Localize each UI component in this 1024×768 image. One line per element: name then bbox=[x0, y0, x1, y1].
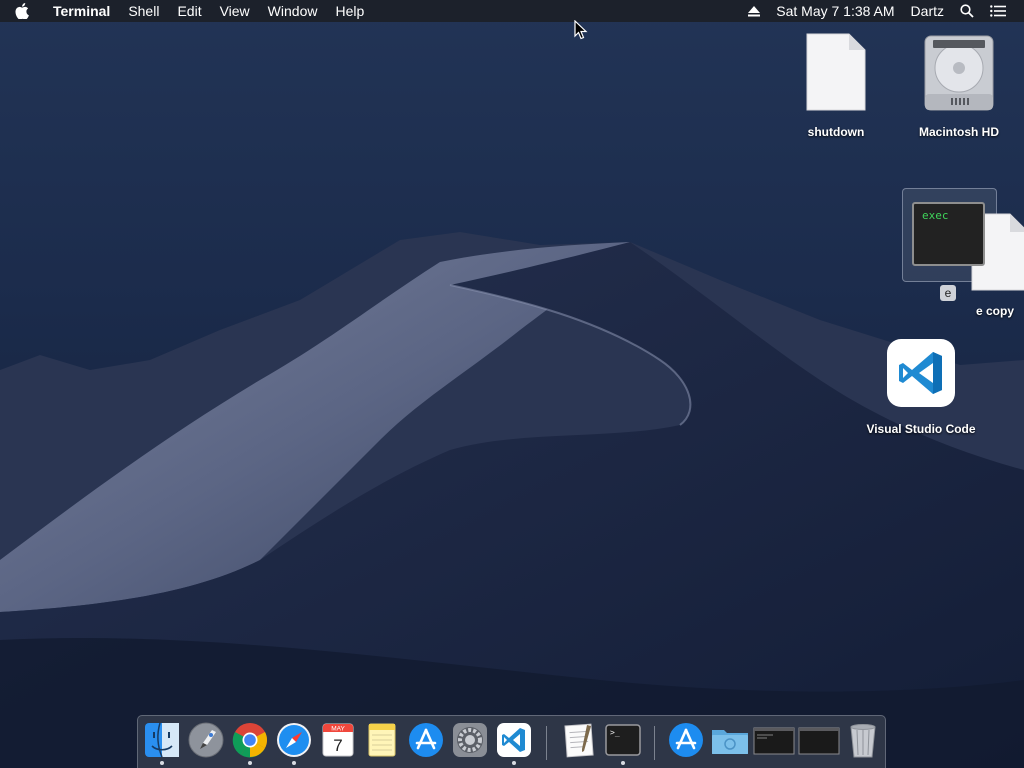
desktop-icon-label: shutdown bbox=[807, 125, 865, 139]
notes-icon bbox=[368, 723, 396, 757]
desktop-icon-label: Visual Studio Code bbox=[866, 422, 976, 436]
textedit-icon bbox=[564, 723, 594, 758]
safari-icon bbox=[277, 723, 311, 757]
dock-terminal[interactable]: >_ bbox=[604, 721, 642, 765]
trash-icon bbox=[850, 724, 876, 758]
running-indicator bbox=[160, 761, 164, 765]
vscode-icon bbox=[887, 339, 955, 407]
finder-icon bbox=[145, 722, 179, 758]
desktop-icon-label-e[interactable]: e bbox=[940, 285, 956, 301]
dock-folder[interactable] bbox=[710, 721, 748, 761]
mouse-cursor-icon bbox=[574, 20, 588, 40]
app-store-icon bbox=[409, 723, 443, 757]
apple-menu-icon[interactable] bbox=[0, 0, 44, 22]
calendar-day: 7 bbox=[333, 736, 342, 755]
terminal-window-icon bbox=[798, 727, 840, 755]
terminal-window-icon bbox=[753, 727, 795, 755]
menu-window[interactable]: Window bbox=[259, 0, 327, 22]
dock-chrome[interactable] bbox=[231, 721, 269, 765]
dock-downloads-stack[interactable] bbox=[667, 721, 705, 761]
dock-trash[interactable] bbox=[844, 721, 882, 761]
dock: MAY 7 >_ bbox=[137, 715, 886, 768]
dock-finder[interactable] bbox=[143, 721, 181, 765]
dock-minimized-window-1[interactable] bbox=[753, 721, 795, 761]
terminal-icon: >_ bbox=[605, 724, 641, 756]
vscode-icon bbox=[497, 723, 531, 757]
desktop-icon-label: Macintosh HD bbox=[918, 125, 999, 139]
eject-icon[interactable] bbox=[740, 5, 768, 17]
dock-separator bbox=[654, 726, 655, 760]
spotlight-search-icon[interactable] bbox=[952, 4, 982, 18]
dock-separator bbox=[546, 726, 547, 760]
dock-app-store[interactable] bbox=[407, 721, 445, 761]
dock-notes[interactable] bbox=[363, 721, 401, 761]
calendar-icon: MAY 7 bbox=[322, 723, 354, 757]
running-indicator bbox=[621, 761, 625, 765]
dock-launchpad[interactable] bbox=[187, 721, 225, 761]
exec-preview-text: exec bbox=[922, 209, 949, 222]
document-file-icon bbox=[806, 33, 866, 111]
folder-icon bbox=[712, 730, 748, 754]
system-preferences-icon bbox=[453, 723, 487, 757]
app-store-downloads-icon bbox=[669, 723, 703, 757]
running-indicator bbox=[292, 761, 296, 765]
calendar-month: MAY bbox=[331, 726, 345, 733]
launchpad-icon bbox=[188, 722, 224, 758]
menu-bar: Terminal Shell Edit View Window Help Sat… bbox=[0, 0, 1024, 22]
desktop-icon-label-e-copy[interactable]: e copy bbox=[976, 304, 1024, 318]
terminal-prompt: >_ bbox=[610, 728, 620, 737]
menu-user[interactable]: Dartz bbox=[903, 0, 952, 22]
menu-app-terminal[interactable]: Terminal bbox=[44, 0, 119, 22]
desktop-icon-vscode[interactable]: Visual Studio Code bbox=[866, 336, 976, 437]
dock-calendar[interactable]: MAY 7 bbox=[319, 721, 357, 761]
desktop-icon-shutdown[interactable]: shutdown bbox=[786, 30, 886, 140]
desktop[interactable]: Terminal Shell Edit View Window Help Sat… bbox=[0, 0, 1024, 768]
menu-clock[interactable]: Sat May 7 1:38 AM bbox=[768, 0, 902, 22]
menu-edit[interactable]: Edit bbox=[168, 0, 210, 22]
dock-system-preferences[interactable] bbox=[451, 721, 489, 761]
menu-help[interactable]: Help bbox=[326, 0, 373, 22]
chrome-icon bbox=[232, 723, 267, 758]
hard-drive-icon bbox=[924, 35, 994, 111]
running-indicator bbox=[248, 761, 252, 765]
menu-shell[interactable]: Shell bbox=[119, 0, 168, 22]
menu-view[interactable]: View bbox=[211, 0, 259, 22]
dock-safari[interactable] bbox=[275, 721, 313, 765]
dock-textedit[interactable] bbox=[560, 721, 598, 761]
dock-minimized-window-2[interactable] bbox=[798, 721, 840, 761]
desktop-icon-macintosh-hd[interactable]: Macintosh HD bbox=[905, 30, 1013, 140]
running-indicator bbox=[512, 761, 516, 765]
dock-vscode[interactable] bbox=[495, 721, 533, 765]
desktop-icon-e-terminal-preview[interactable]: exec bbox=[912, 202, 985, 266]
notification-center-icon[interactable] bbox=[982, 5, 1014, 17]
